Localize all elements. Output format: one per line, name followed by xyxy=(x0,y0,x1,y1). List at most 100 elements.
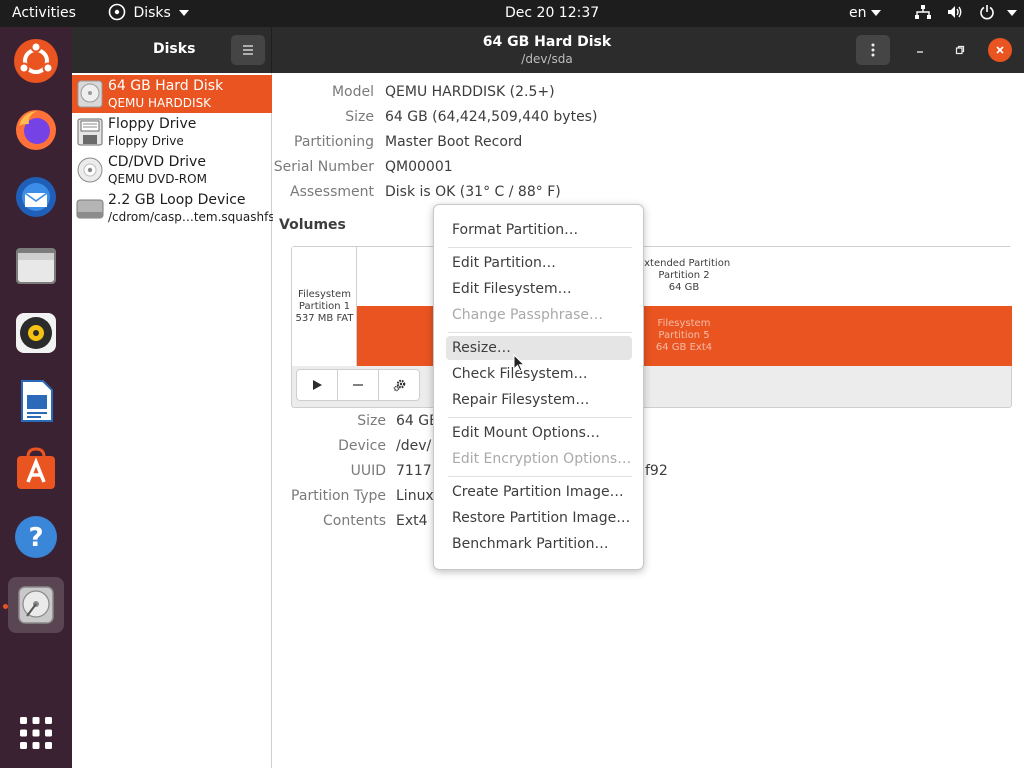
uuid-value-tail: f92 xyxy=(645,463,668,479)
menu-item-benchmark-partition[interactable]: Benchmark Partition… xyxy=(446,532,632,556)
thunderbird-icon xyxy=(16,177,56,217)
app-menu[interactable]: Disks xyxy=(108,0,190,27)
activities-button[interactable]: Activities xyxy=(12,0,76,27)
partition-size-label: Size xyxy=(357,413,386,429)
top-bar: Activities Disks Dec 20 12:37 en xyxy=(0,0,1024,27)
menu-separator xyxy=(448,247,632,248)
vertical-ellipsis-icon xyxy=(871,43,875,57)
uuid-label: UUID xyxy=(350,463,386,479)
dock-libreoffice-writer[interactable] xyxy=(8,373,64,429)
menu-item-edit-partition[interactable]: Edit Partition… xyxy=(446,251,632,275)
rhythmbox-icon xyxy=(16,313,56,353)
language-label: en xyxy=(849,5,867,21)
partition-1-name: Partition 1 xyxy=(298,301,351,312)
menu-item-edit-filesystem[interactable]: Edit Filesystem… xyxy=(446,277,632,301)
device-label: Device xyxy=(338,438,386,454)
dock-rhythmbox[interactable] xyxy=(8,305,64,361)
drive-path: /cdrom/casp…tem.squashfs xyxy=(108,210,275,224)
partition-options-menu: Format Partition… Edit Partition… Edit F… xyxy=(433,204,644,570)
menu-item-repair-filesystem[interactable]: Repair Filesystem… xyxy=(446,388,632,412)
delete-partition-button[interactable] xyxy=(338,370,379,400)
sidebar-title: Disks xyxy=(153,41,196,57)
app-menu-label: Disks xyxy=(133,5,171,21)
close-button[interactable] xyxy=(988,38,1012,62)
clock[interactable]: Dec 20 12:37 xyxy=(505,0,599,27)
partition-1-segment[interactable]: Filesystem Partition 1 537 MB FAT xyxy=(292,247,357,366)
menu-item-change-passphrase: Change Passphrase… xyxy=(452,307,604,323)
dock: ? xyxy=(0,27,72,768)
device-value: /dev/ xyxy=(396,438,432,454)
disks-app-icon xyxy=(108,3,126,20)
menu-item-edit-mount-options[interactable]: Edit Mount Options… xyxy=(446,421,632,445)
menu-item-restore-partition-image[interactable]: Restore Partition Image… xyxy=(446,506,632,530)
disks-icon xyxy=(18,586,54,624)
size-label: Size xyxy=(345,109,374,125)
menu-item-check-filesystem[interactable]: Check Filesystem… xyxy=(446,362,632,386)
chevron-down-icon xyxy=(179,10,190,16)
partitioning-value: Master Boot Record xyxy=(385,134,523,150)
mount-button[interactable] xyxy=(297,370,338,400)
writer-icon xyxy=(21,380,53,422)
size-value: 64 GB (64,424,509,440 bytes) xyxy=(385,109,598,125)
menu-item-format-partition[interactable]: Format Partition… xyxy=(446,218,632,242)
minus-icon xyxy=(353,384,363,386)
gears-icon xyxy=(393,379,405,392)
chevron-down-icon xyxy=(1007,10,1018,16)
dock-ubuntu-software[interactable] xyxy=(8,441,64,497)
software-center-icon xyxy=(17,447,55,489)
dock-ubuntu-launcher[interactable] xyxy=(8,33,64,89)
drive-options-button[interactable] xyxy=(856,35,890,65)
partition-type-label: Partition Type xyxy=(291,488,386,504)
files-icon xyxy=(16,248,56,284)
dock-show-applications[interactable] xyxy=(8,705,64,761)
dock-help[interactable]: ? xyxy=(8,509,64,565)
volume-toolbar xyxy=(296,369,420,401)
help-icon: ? xyxy=(15,516,57,558)
window-subtitle: /dev/sda xyxy=(521,52,573,66)
sidebar-header: Disks xyxy=(72,27,272,73)
mouse-pointer-icon xyxy=(513,354,526,372)
dock-thunderbird[interactable] xyxy=(8,169,64,225)
drive-item-floppy[interactable]: Floppy Drive Floppy Drive xyxy=(72,113,272,151)
hamburger-icon xyxy=(243,45,253,55)
menu-separator xyxy=(448,332,632,333)
system-menu[interactable] xyxy=(914,0,1018,27)
contents-label: Contents xyxy=(323,513,386,529)
firefox-icon xyxy=(16,110,56,150)
assessment-value: Disk is OK (31° C / 88° F) xyxy=(385,184,561,200)
drive-item-cd-dvd[interactable]: CD/DVD Drive QEMU DVD-ROM xyxy=(72,151,272,189)
window-title: 64 GB Hard Disk xyxy=(482,34,612,50)
drive-item-loop-device[interactable]: 2.2 GB Loop Device /cdrom/casp…tem.squas… xyxy=(72,189,275,227)
menu-separator xyxy=(448,476,632,477)
play-icon xyxy=(313,380,322,390)
partition-type-value: Linux xyxy=(396,488,434,504)
dock-disks[interactable] xyxy=(8,577,64,633)
svg-text:?: ? xyxy=(28,523,43,553)
minimize-button[interactable] xyxy=(908,38,932,62)
menu-separator xyxy=(448,417,632,418)
drive-name: Floppy Drive xyxy=(108,116,197,132)
running-indicator xyxy=(3,604,8,609)
volume-icon xyxy=(948,5,962,18)
model-label: Model xyxy=(331,84,374,100)
maximize-button[interactable] xyxy=(948,38,972,62)
drive-list: 64 GB Hard Disk QEMU HARDDISK Floppy Dri… xyxy=(72,73,275,768)
menu-item-create-partition-image[interactable]: Create Partition Image… xyxy=(446,480,632,504)
partition-options-button[interactable] xyxy=(379,370,420,400)
drive-model: QEMU DVD-ROM xyxy=(108,172,207,186)
floppy-icon xyxy=(77,118,103,146)
window-headerbar: Disks 64 GB Hard Disk /dev/sda xyxy=(72,27,1024,73)
menu-item-resize[interactable]: Resize… xyxy=(446,336,632,360)
model-value: QEMU HARDDISK (2.5+) xyxy=(385,84,555,100)
volumes-heading: Volumes xyxy=(279,217,346,233)
language-indicator[interactable]: en xyxy=(849,0,881,27)
contents-value: Ext4 ( xyxy=(396,513,438,529)
drive-item-hard-disk[interactable]: 64 GB Hard Disk QEMU HARDDISK xyxy=(72,75,272,113)
partitioning-label: Partitioning xyxy=(294,134,374,150)
drive-name: 64 GB Hard Disk xyxy=(108,78,224,94)
close-icon xyxy=(996,46,1004,54)
dock-firefox[interactable] xyxy=(8,101,64,157)
serial-label: Serial Number xyxy=(273,159,374,175)
main-menu-button[interactable] xyxy=(231,35,265,65)
dock-files[interactable] xyxy=(8,237,64,293)
